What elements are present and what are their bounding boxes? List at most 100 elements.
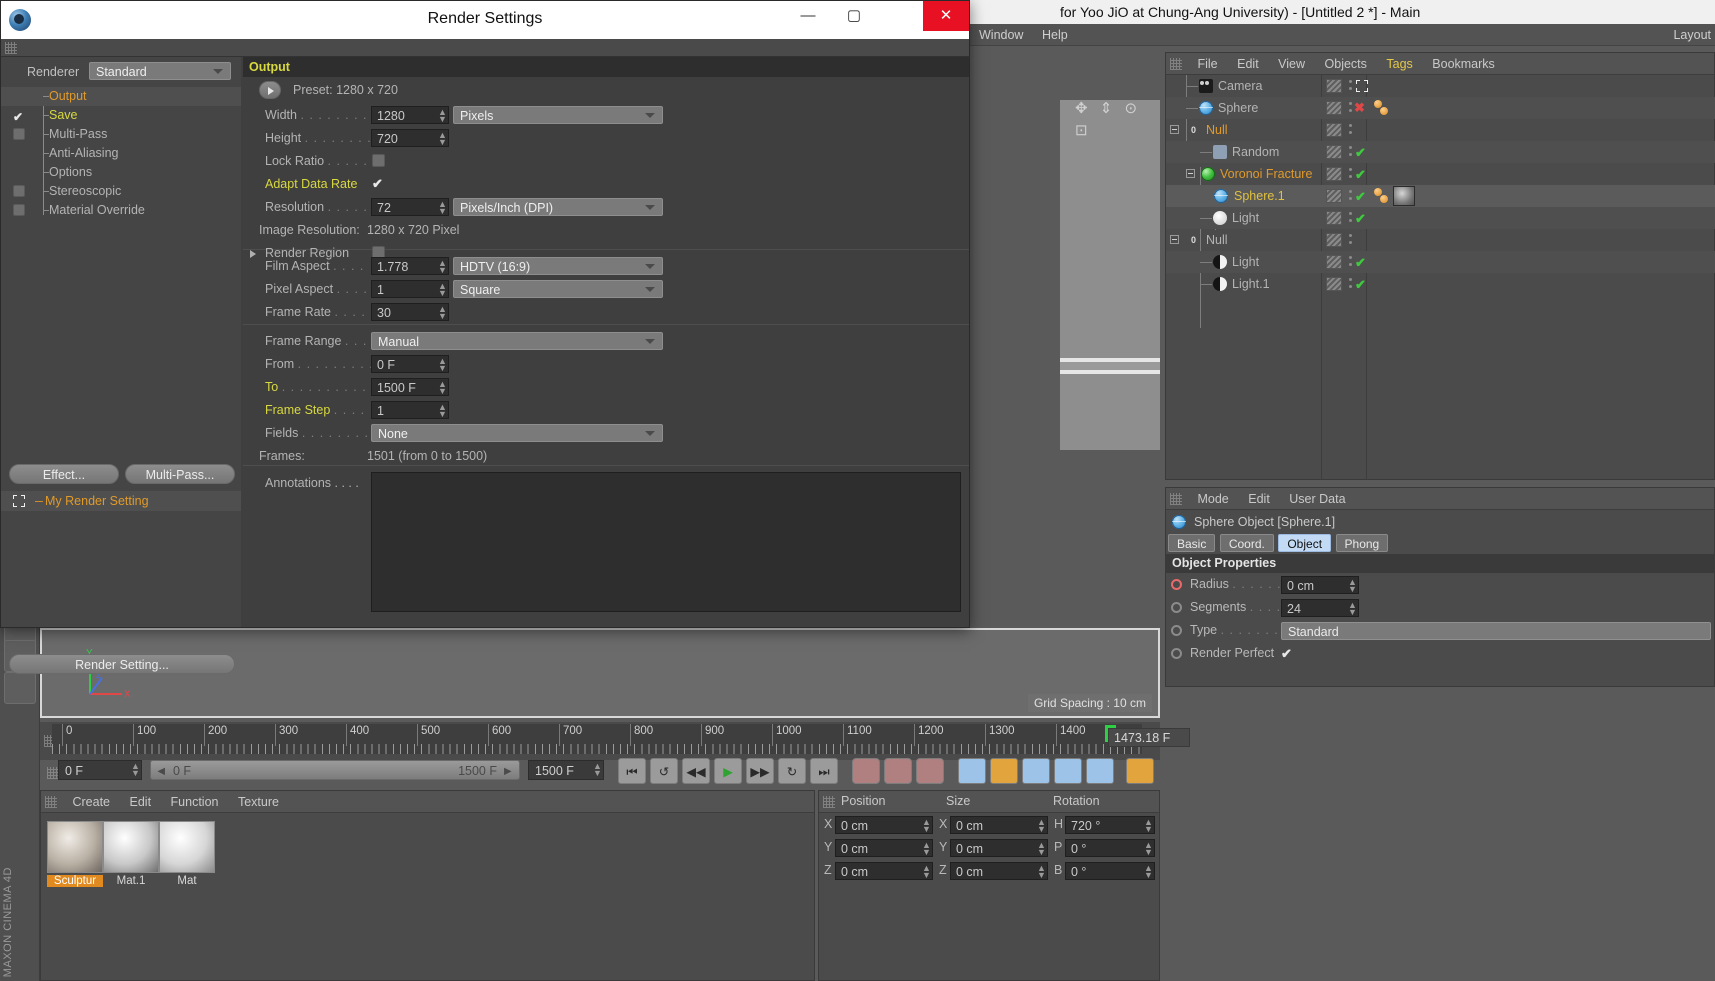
preview-end-input[interactable]: 1500 F ▲ ▼ — [528, 760, 604, 780]
close-button[interactable]: ✕ — [923, 1, 969, 31]
spinner-icon[interactable]: ▲ ▼ — [438, 357, 447, 373]
mm-menu-edit[interactable]: Edit — [122, 791, 160, 813]
height-row[interactable]: Height . . . . . . . . 720 ▲ ▼ — [243, 127, 969, 150]
object-row-light-1[interactable]: Light ✔ — [1166, 207, 1715, 229]
position-z-input[interactable]: 0 cm ▲ ▼ — [835, 862, 933, 880]
spinner-icon[interactable]: ▲ ▼ — [438, 403, 447, 419]
lock-ratio-checkbox[interactable] — [372, 154, 385, 167]
tab-coord[interactable]: Coord. — [1219, 534, 1274, 552]
material-preview[interactable] — [159, 821, 215, 873]
step-forward-button[interactable]: ▶▶ — [746, 758, 774, 784]
resolution-unit-dropdown[interactable]: Pixels/Inch (DPI) — [453, 198, 663, 216]
enable-checkbox[interactable] — [13, 185, 25, 197]
type-dropdown[interactable]: Standard — [1281, 622, 1711, 640]
lock-ratio-row[interactable]: Lock Ratio . . . . . — [243, 150, 969, 173]
spinner-icon[interactable]: ▲ ▼ — [1348, 578, 1357, 594]
frame-step-row[interactable]: Frame Step . . . . 1 ▲ ▼ — [243, 399, 969, 422]
object-row-random[interactable]: Random ✔ — [1166, 141, 1715, 163]
film-aspect-preset-dropdown[interactable]: HDTV (16:9) — [453, 257, 663, 275]
spinner-icon[interactable]: ▲ ▼ — [438, 200, 447, 216]
visibility-tag-icon[interactable] — [1326, 101, 1342, 115]
current-frame-field[interactable]: 1473.18 F — [1108, 728, 1190, 747]
visibility-tag-icon[interactable] — [1326, 255, 1342, 269]
step-back-button[interactable]: ◀◀ — [682, 758, 710, 784]
render-settings-dialog[interactable]: Render Settings — ▢ ✕ Renderer Standard … — [0, 0, 970, 674]
spinner-icon[interactable]: ▲ ▼ — [1037, 818, 1046, 834]
annotations-textarea[interactable] — [371, 472, 961, 612]
material-tag-icon[interactable] — [1380, 107, 1388, 115]
spinner-icon[interactable]: ▲ ▼ — [438, 131, 447, 147]
viewport-sliver[interactable] — [1060, 100, 1160, 450]
expander-icon[interactable] — [1170, 235, 1179, 244]
multi-pass-button[interactable]: Multi-Pass... — [125, 464, 235, 484]
width-row[interactable]: Width . . . . . . . . 1280 ▲ ▼ Pixels — [243, 104, 969, 127]
visibility-tag-icon[interactable] — [1326, 277, 1342, 291]
tab-phong[interactable]: Phong — [1335, 534, 1389, 552]
enabled-check-icon[interactable]: ✔ — [1355, 146, 1366, 159]
my-render-setting-row[interactable]: My Render Setting — [1, 491, 241, 511]
radio-icon[interactable] — [1171, 625, 1182, 636]
param-key-button[interactable] — [1054, 758, 1082, 784]
tree-item-options[interactable]: Options — [1, 163, 241, 182]
render-setting-button[interactable]: Render Setting... — [9, 654, 235, 674]
width-input[interactable]: 1280 ▲ ▼ — [371, 106, 449, 124]
mm-menu-function[interactable]: Function — [163, 791, 227, 813]
rotation-p-input[interactable]: 0 ° ▲ ▼ — [1065, 839, 1155, 857]
position-key-button[interactable] — [958, 758, 986, 784]
timeline-ruler[interactable]: 0 100 200 300 400 500 600 700 800 900 10… — [52, 724, 1142, 754]
object-row-null-2[interactable]: 0 Null — [1166, 229, 1715, 251]
preset-play-button[interactable] — [259, 81, 281, 99]
expander-icon[interactable] — [1170, 125, 1179, 134]
film-aspect-row[interactable]: Film Aspect . . . . 1.778 ▲ ▼ HDTV (16:9) — [243, 255, 969, 278]
from-row[interactable]: From . . . . . . . . . 0 F ▲ ▼ — [243, 353, 969, 376]
visibility-tag-icon[interactable] — [1326, 145, 1342, 159]
tab-object[interactable]: Object — [1278, 534, 1332, 552]
pixel-aspect-input[interactable]: 1 ▲ ▼ — [371, 280, 449, 298]
panel-grip-icon[interactable] — [45, 796, 57, 808]
rotation-key-button[interactable] — [1022, 758, 1050, 784]
preset-row[interactable]: Preset: 1280 x 720 — [243, 77, 969, 104]
render-perfect-checkbox[interactable]: ✔ — [1281, 646, 1292, 662]
frame-range-dropdown[interactable]: Manual — [371, 332, 663, 350]
spinner-icon[interactable]: ▲ ▼ — [1037, 841, 1046, 857]
spinner-icon[interactable]: ▲ ▼ — [1037, 864, 1046, 880]
tree-item-stereoscopic[interactable]: Stereoscopic — [1, 182, 241, 201]
pixel-aspect-preset-dropdown[interactable]: Square — [453, 280, 663, 298]
radio-icon[interactable] — [1171, 602, 1182, 613]
effect-button[interactable]: Effect... — [9, 464, 119, 484]
position-x-input[interactable]: 0 cm ▲ ▼ — [835, 816, 933, 834]
spinner-icon[interactable]: ▲ ▼ — [438, 259, 447, 275]
object-row-camera[interactable]: Camera — [1166, 75, 1715, 97]
keyframe-mode-button[interactable] — [1126, 758, 1154, 784]
size-x-input[interactable]: 0 cm ▲ ▼ — [950, 816, 1048, 834]
spinner-icon[interactable]: ▲ ▼ — [131, 762, 140, 778]
enabled-check-icon[interactable]: ✔ — [1355, 212, 1366, 225]
spinner-icon[interactable]: ▲ ▼ — [922, 818, 931, 834]
tree-item-anti-aliasing[interactable]: Anti-Aliasing — [1, 144, 241, 163]
spinner-icon[interactable]: ▲ ▼ — [438, 380, 447, 396]
object-row-sphere-1[interactable]: Sphere.1 ✔ — [1166, 185, 1715, 207]
enabled-check-icon[interactable]: ✔ — [1355, 168, 1366, 181]
object-row-sphere[interactable]: Sphere ✖ — [1166, 97, 1715, 119]
om-menu-view[interactable]: View — [1270, 53, 1313, 75]
go-to-end-button[interactable]: ⏭ — [810, 758, 838, 784]
current-frame-input[interactable]: 0 F ▲ ▼ — [58, 760, 142, 780]
position-y-input[interactable]: 0 cm ▲ ▼ — [835, 839, 933, 857]
layout-label[interactable]: Layout — [1673, 28, 1711, 42]
renderer-dropdown[interactable]: Standard — [89, 62, 231, 80]
frame-range-row[interactable]: Frame Range . . . Manual — [243, 330, 969, 353]
pla-key-button[interactable] — [1086, 758, 1114, 784]
spinner-icon[interactable]: ▲ ▼ — [922, 841, 931, 857]
tree-item-output[interactable]: Output — [1, 87, 241, 106]
visibility-tag-icon[interactable] — [1326, 189, 1342, 203]
slider-left-arrow-icon[interactable]: ◄ — [155, 761, 167, 781]
material-item-mat1[interactable]: Mat.1 — [103, 821, 159, 887]
play-button[interactable]: ▶ — [714, 758, 742, 784]
om-menu-tags[interactable]: Tags — [1378, 53, 1420, 75]
mm-menu-texture[interactable]: Texture — [230, 791, 287, 813]
loop-button[interactable]: ↻ — [778, 758, 806, 784]
om-menu-bookmarks[interactable]: Bookmarks — [1424, 53, 1503, 75]
rotation-b-input[interactable]: 0 ° ▲ ▼ — [1065, 862, 1155, 880]
property-row-radius[interactable]: Radius . . . . . . 0 cm ▲ ▼ — [1166, 573, 1714, 596]
tree-item-save[interactable]: ✔ Save — [1, 106, 241, 125]
